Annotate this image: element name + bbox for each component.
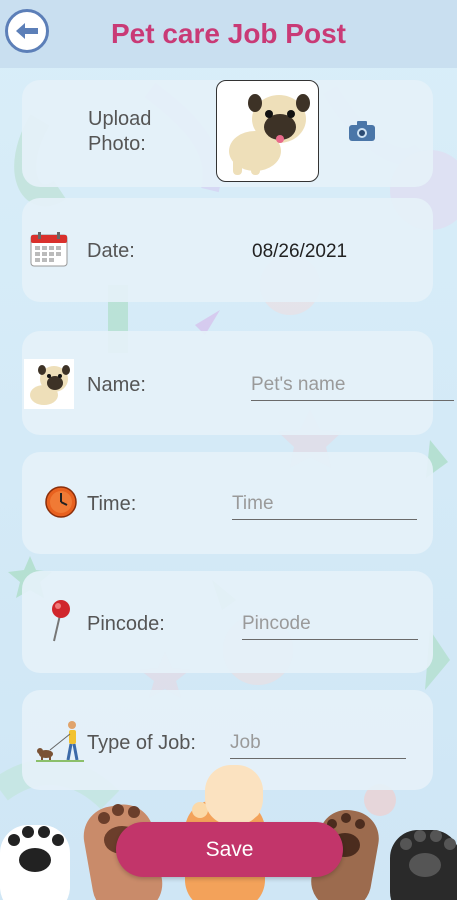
name-card: Name: Pet's name xyxy=(22,331,454,435)
job-type-label: Type of Job: xyxy=(87,732,196,754)
pet-name-input[interactable]: Pet's name xyxy=(251,374,454,401)
pincode-input[interactable]: Pincode xyxy=(242,613,418,640)
calendar-icon xyxy=(30,232,68,267)
upload-photo-label: Upload Photo: xyxy=(88,108,152,155)
clock-icon xyxy=(45,486,77,518)
date-value[interactable]: 08/26/2021 xyxy=(252,241,347,263)
pincode-label: Pincode: xyxy=(87,613,165,635)
camera-icon[interactable] xyxy=(348,120,376,142)
pin-icon xyxy=(52,600,70,642)
date-card: Date: 08/26/2021 xyxy=(22,198,433,302)
job-type-input[interactable]: Job xyxy=(230,732,406,759)
time-label: Time: xyxy=(87,493,137,515)
pug-icon xyxy=(24,359,74,409)
date-label: Date: xyxy=(87,240,135,262)
save-button[interactable]: Save xyxy=(116,822,343,877)
pincode-card: Pincode: Pincode xyxy=(22,571,433,673)
dog-walker-icon xyxy=(36,721,84,762)
pug-photo xyxy=(229,94,310,175)
top-bar: Pet care Job Post xyxy=(0,0,457,68)
time-input[interactable]: Time xyxy=(232,493,417,520)
pet-photo[interactable] xyxy=(216,80,319,182)
time-card: Time: Time xyxy=(22,452,433,554)
page-title: Pet care Job Post xyxy=(111,18,346,49)
upload-photo-card: Upload Photo: xyxy=(22,80,433,187)
name-label: Name: xyxy=(87,374,146,396)
